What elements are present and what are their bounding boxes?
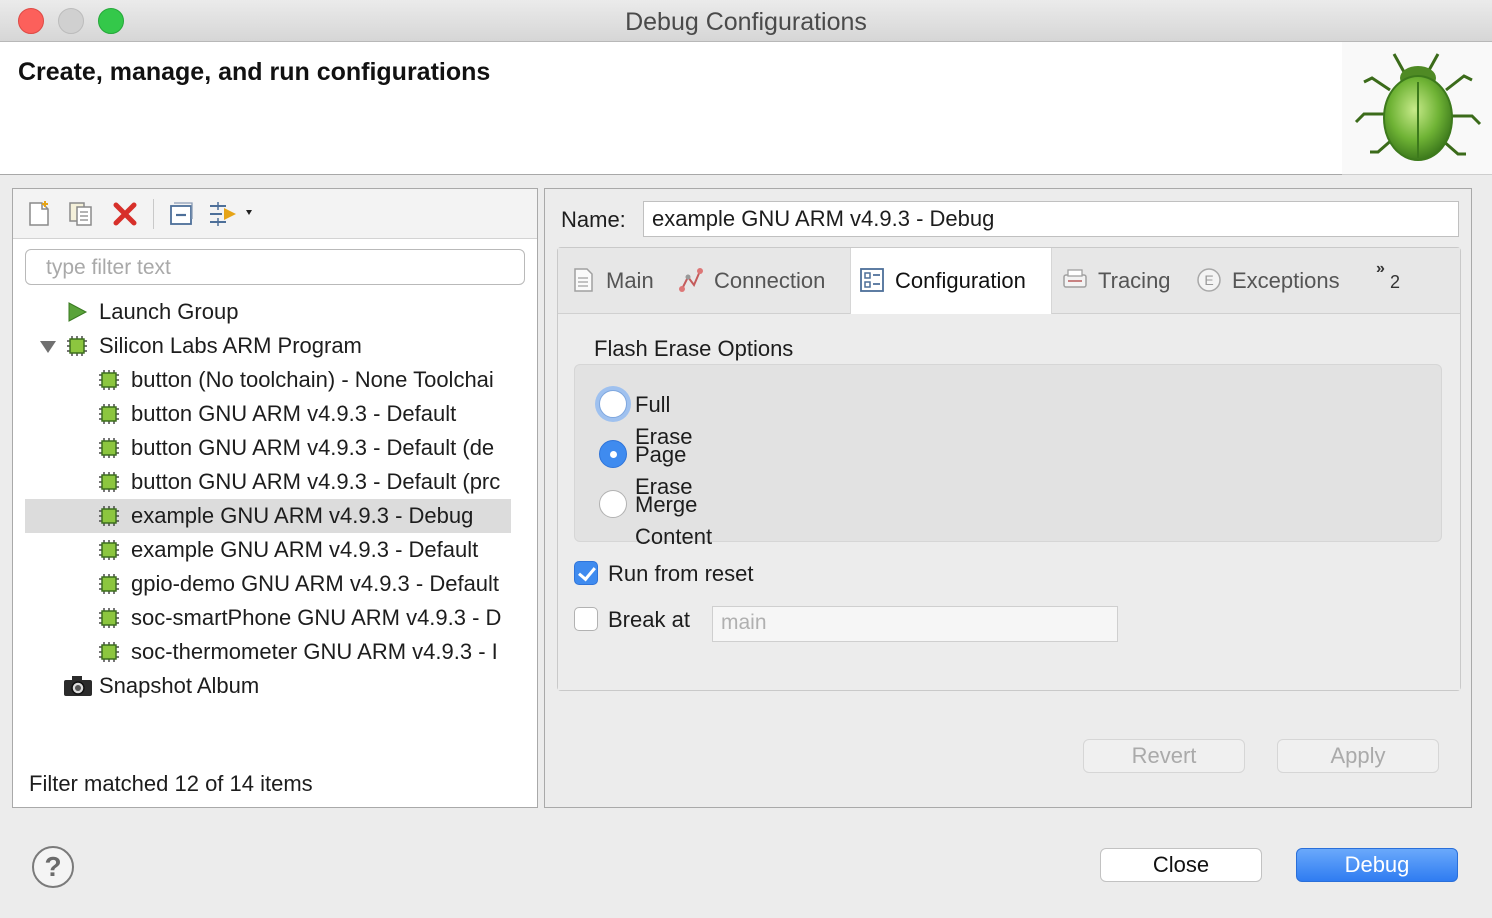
revert-button[interactable]: Revert [1083,739,1245,773]
tab-label: Main [606,268,654,293]
svg-text:E: E [1204,272,1213,288]
tree-item-launch-group[interactable]: Launch Group [13,295,537,329]
camera-icon [64,676,92,696]
new-config-icon[interactable] [23,198,55,230]
tree-item-config[interactable]: example GNU ARM v4.9.3 - Default [13,533,537,567]
tab-label: Configuration [895,268,1026,293]
break-at-checkbox[interactable] [574,607,598,631]
tree-item-label: example GNU ARM v4.9.3 - Debug [131,503,474,528]
delete-icon[interactable] [109,198,141,230]
flash-erase-options-label: Flash Erase Options [594,336,794,361]
tree-item-label: Snapshot Album [99,673,260,698]
close-button[interactable]: Close [1100,848,1262,882]
chip-icon [67,336,87,356]
title-bar: Debug Configurations [0,0,1492,42]
tree-item-config[interactable]: gpio-demo GNU ARM v4.9.3 - Default [13,567,537,601]
tab-configuration[interactable]: Configuration [850,248,1052,314]
tree-item-label: button (No toolchain) - None Toolchai [131,367,494,392]
bug-icon [1342,42,1492,175]
tree-item-config[interactable]: soc-thermometer GNU ARM v4.9.3 - I [13,635,537,669]
tree-item-label: Launch Group [99,299,239,324]
window-title: Debug Configurations [625,8,867,36]
expand-toggle-icon[interactable] [40,341,56,353]
chip-icon [99,404,119,424]
tree-item-label: button GNU ARM v4.9.3 - Default [131,401,457,426]
tree-item-snapshot-album[interactable]: Snapshot Album [13,669,537,703]
break-at-label: Break at [608,607,690,632]
configuration-list-panel: Launch Group Silicon Labs ARM Program bu… [12,188,538,808]
merge-content-label: Merge Content [635,492,713,549]
page-erase-radio[interactable] [599,440,627,468]
merge-content-radio[interactable] [599,490,627,518]
more-tabs-icon[interactable]: » [1376,260,1385,278]
tree-item-config[interactable]: button GNU ARM v4.9.3 - Default [13,397,537,431]
filter-input-box[interactable] [25,249,525,285]
configuration-editor-panel: Name: example GNU ARM v4.9.3 - Debug Mai… [544,188,1472,808]
chip-icon [99,370,119,390]
banner-title: Create, manage, and run configurations [18,58,491,86]
tree-item-config-selected[interactable]: example GNU ARM v4.9.3 - Debug [25,499,511,533]
full-erase-radio[interactable] [599,390,627,418]
filter-input[interactable] [46,256,504,280]
tree-item-config[interactable]: button GNU ARM v4.9.3 - Default (de [13,431,537,465]
tab-folder: Main Connection Configuration Tracing EE… [557,247,1461,691]
tree-item-silicon-labs-arm-program[interactable]: Silicon Labs ARM Program [13,329,537,363]
collapse-all-icon[interactable] [165,198,197,230]
duplicate-icon[interactable] [65,198,97,230]
chip-icon [99,438,119,458]
name-label: Name: [561,207,626,232]
tree-item-config[interactable]: soc-smartPhone GNU ARM v4.9.3 - D [13,601,537,635]
tree-item-label: button GNU ARM v4.9.3 - Default (prc [131,469,501,494]
tab-tracing[interactable]: Tracing [1062,248,1171,314]
chip-icon [99,540,119,560]
chip-icon [99,642,119,662]
exceptions-tab-icon: E [1197,268,1221,292]
tree-item-label: soc-smartPhone GNU ARM v4.9.3 - D [131,605,502,630]
tab-exceptions[interactable]: E Exceptions [1196,248,1340,314]
tab-label: Connection [714,268,826,293]
name-input[interactable]: example GNU ARM v4.9.3 - Debug [643,201,1459,237]
chip-icon [99,472,119,492]
configuration-tab-icon [860,268,884,293]
tree-item-config[interactable]: button GNU ARM v4.9.3 - Default (prc [13,465,537,499]
list-toolbar [13,189,537,239]
apply-button[interactable]: Apply [1277,739,1439,773]
filter-icon[interactable] [205,198,257,230]
tree-item-label: button GNU ARM v4.9.3 - Default (de [131,435,495,460]
tree-item-label: soc-thermometer GNU ARM v4.9.3 - I [131,639,498,664]
tree-item-label: example GNU ARM v4.9.3 - Default [131,537,479,562]
connection-tab-icon [679,268,703,293]
more-tabs-count[interactable]: 2 [1390,272,1400,293]
launch-group-icon [68,302,88,322]
run-from-reset-checkbox[interactable] [574,561,598,585]
tree-item-label: Silicon Labs ARM Program [99,333,362,358]
break-at-input[interactable]: main [712,606,1118,642]
tab-strip: Main Connection Configuration Tracing EE… [558,248,1460,314]
debug-button[interactable]: Debug [1296,848,1458,882]
tab-label: Exceptions [1232,268,1340,293]
tab-label: Tracing [1098,268,1171,293]
header-banner: Create, manage, and run configurations [0,42,1492,175]
configuration-tree: Launch Group Silicon Labs ARM Program bu… [13,295,537,703]
configuration-tab-content: Flash Erase Options Full Erase Page Eras… [558,314,1460,690]
tab-connection[interactable]: Connection [678,248,825,314]
help-button[interactable]: ? [32,846,74,888]
chip-icon [99,506,119,526]
run-from-reset-label: Run from reset [608,561,754,586]
tree-item-config[interactable]: button (No toolchain) - None Toolchai [13,363,537,397]
chip-icon [99,608,119,628]
toolbar-separator [153,199,154,229]
tree-item-label: gpio-demo GNU ARM v4.9.3 - Default [131,571,500,596]
filter-status-text: Filter matched 12 of 14 items [29,771,313,796]
tracing-tab-icon [1063,269,1087,288]
tab-main[interactable]: Main [570,248,654,314]
chip-icon [99,574,119,594]
flash-erase-options-group: Full Erase Page Erase Merge Content [574,364,1442,549]
main-tab-icon [574,268,593,292]
